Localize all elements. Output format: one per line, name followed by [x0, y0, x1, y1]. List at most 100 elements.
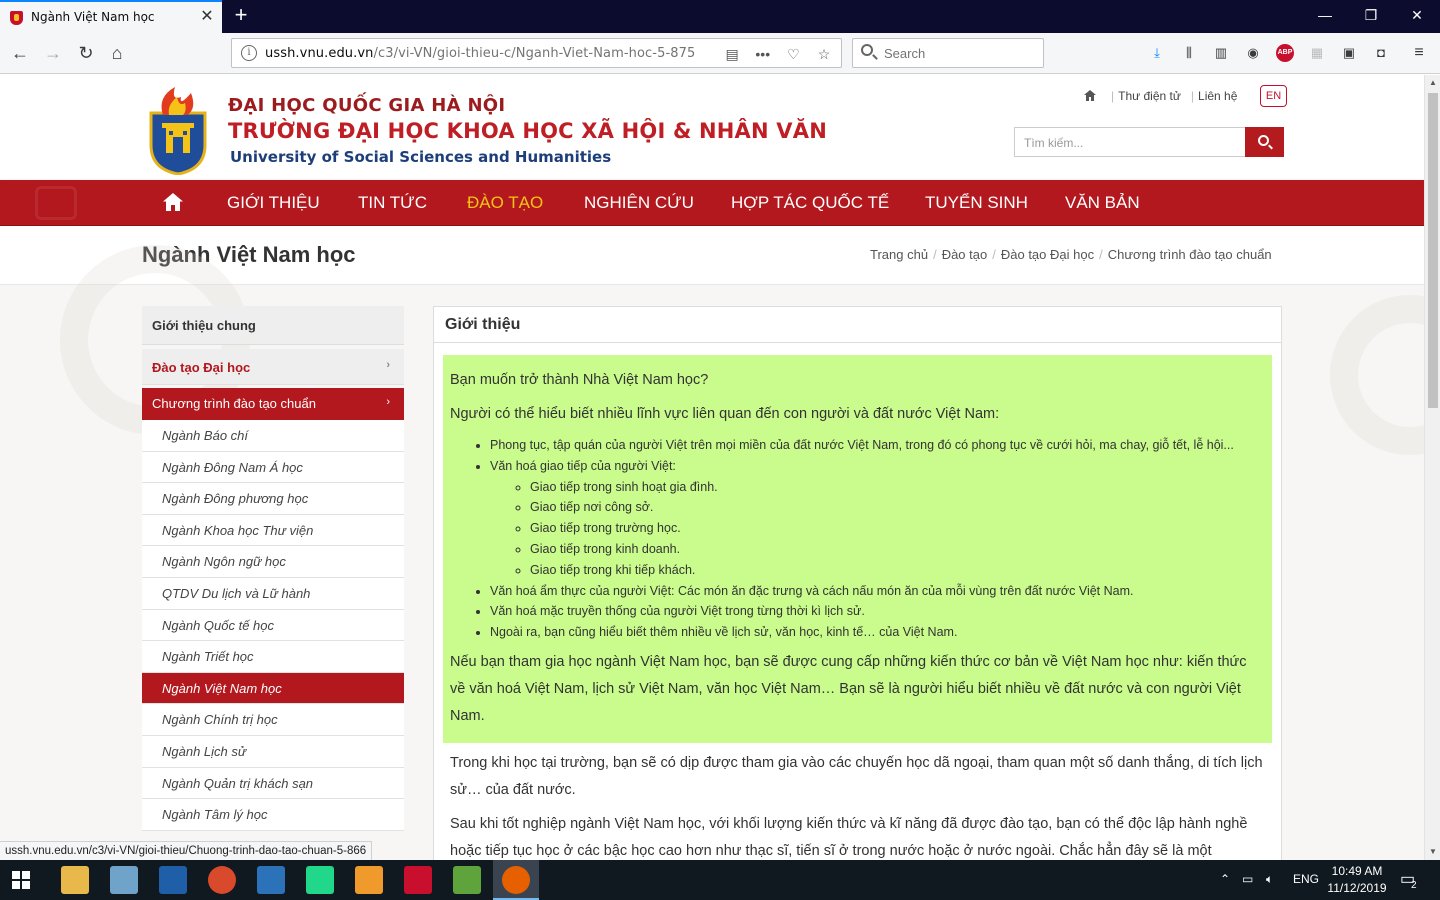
sublime-text-icon[interactable] — [355, 866, 383, 894]
sub-list-item: Giao tiếp trong trường học. — [530, 518, 1265, 539]
sidebar-item-ngon-ngu-hoc[interactable]: Ngành Ngôn ngữ học — [142, 546, 404, 578]
minimize-window-icon[interactable]: — — [1302, 0, 1348, 33]
pycharm-icon[interactable] — [306, 866, 334, 894]
adblock-icon[interactable]: ABP — [1276, 44, 1294, 62]
browser-tab[interactable]: Ngành Việt Nam học ✕ — [0, 0, 222, 33]
background-emblem — [1330, 295, 1424, 455]
sub-list: Giao tiếp trong sinh hoạt gia đình. Giao… — [530, 477, 1265, 581]
new-tab-plus-icon[interactable]: + — [230, 3, 252, 27]
app-icon[interactable] — [208, 866, 236, 894]
breadcrumb-link[interactable]: Chương trình đào tạo chuẩn — [1108, 247, 1272, 262]
app-icon[interactable] — [110, 866, 138, 894]
breadcrumb-separator: / — [992, 247, 996, 262]
screenshot-icon[interactable]: ▣ — [1340, 44, 1358, 62]
top-links: | Thư điện tử | Liên hệ — [1084, 89, 1241, 103]
sidebar-subcategory[interactable]: Chương trình đào tạo chuẩn › — [142, 388, 404, 420]
sidebar-item-quoc-te-hoc[interactable]: Ngành Quốc tế học — [142, 610, 404, 642]
app-icon[interactable] — [257, 866, 285, 894]
powershell-icon[interactable] — [159, 866, 187, 894]
bookmark-star-icon[interactable]: ☆ — [813, 43, 835, 65]
email-link[interactable]: Thư điện tử — [1118, 89, 1181, 103]
list-item: Văn hoá ẩm thực của người Việt: Các món … — [490, 581, 1265, 602]
file-explorer-icon[interactable] — [61, 866, 89, 894]
page-scrollbar[interactable]: ▲ ▼ — [1424, 75, 1440, 860]
breadcrumb-link[interactable]: Đào tạo — [942, 247, 988, 262]
menu-item-van-ban[interactable]: VĂN BẢN — [1065, 193, 1140, 213]
menu-item-tin-tuc[interactable]: TIN TỨC — [358, 193, 427, 213]
breadcrumb-link[interactable]: Đào tạo Đại học — [1001, 247, 1094, 262]
network-icon[interactable]: ▭ — [1242, 872, 1253, 886]
notification-count: 2 — [1411, 880, 1417, 891]
sidebar-item-chinh-tri-hoc[interactable]: Ngành Chính trị học — [142, 704, 404, 736]
volume-icon[interactable]: 🔈︎ — [1266, 872, 1273, 887]
language-toggle-button[interactable]: EN — [1260, 85, 1287, 107]
scroll-up-arrow-icon[interactable]: ▲ — [1425, 75, 1440, 91]
sidebar-icon[interactable]: ▥ — [1212, 44, 1230, 62]
system-clock[interactable]: 10:49 AM 11/12/2019 — [1326, 863, 1388, 897]
address-bar[interactable]: i ussh.vnu.edu.vn/c3/vi-VN/gioi-thieu-c/… — [231, 38, 842, 68]
sidebar-item-triet-hoc[interactable]: Ngành Triết học — [142, 641, 404, 673]
paragraph: Nếu bạn tham gia học ngành Việt Nam học,… — [450, 653, 1247, 724]
site-info-icon[interactable]: i — [241, 45, 257, 61]
sidebar-item-lich-su[interactable]: Ngành Lịch sử — [142, 736, 404, 768]
list-item: Phong tục, tập quán của người Việt trên … — [490, 435, 1265, 456]
home-icon[interactable]: ⌂ — [105, 41, 129, 65]
breadcrumb-separator: / — [933, 247, 937, 262]
contact-link[interactable]: Liên hệ — [1198, 89, 1237, 103]
site-search-input[interactable]: Tìm kiếm... — [1014, 127, 1245, 157]
app-icon[interactable] — [453, 866, 481, 894]
site-search-button[interactable] — [1245, 127, 1284, 157]
close-window-icon[interactable]: ✕ — [1394, 0, 1440, 33]
firefox-icon[interactable] — [502, 866, 530, 894]
sidebar-item-bao-chi[interactable]: Ngành Báo chí — [142, 420, 404, 452]
url-text[interactable]: ussh.vnu.edu.vn/c3/vi-VN/gioi-thieu-c/Ng… — [265, 46, 695, 61]
sidebar-category[interactable]: Đào tạo Đại học › — [142, 349, 404, 385]
sidebar-item-dong-nam-a-hoc[interactable]: Ngành Đông Nam Á học — [142, 452, 404, 484]
scroll-thumb[interactable] — [1428, 93, 1438, 408]
sidebar-item-khoa-hoc-thu-vien[interactable]: Ngành Khoa học Thư viện — [142, 515, 404, 547]
close-tab-icon[interactable]: ✕ — [198, 7, 216, 27]
menu-item-dao-tao[interactable]: ĐÀO TẠO — [467, 193, 543, 213]
input-language[interactable]: ENG — [1293, 872, 1319, 886]
windows-start-icon[interactable] — [12, 871, 30, 889]
list-item: Ngoài ra, bạn cũng hiểu biết thêm nhiều … — [490, 622, 1265, 643]
university-logo[interactable] — [147, 83, 209, 175]
taskbar-active-app[interactable] — [493, 860, 539, 900]
pocket-icon[interactable]: ♡ — [782, 43, 804, 65]
menu-item-gioi-thieu[interactable]: GIỚI THIỆU — [227, 193, 320, 213]
extension-camera-icon[interactable]: ◘ — [1372, 44, 1390, 62]
forward-arrow-icon[interactable]: → — [41, 41, 65, 65]
tray-chevron-up-icon[interactable]: ⌃ — [1220, 872, 1230, 886]
sidebar-item-viet-nam-hoc[interactable]: Ngành Việt Nam học — [142, 672, 404, 705]
extension-icon[interactable]: ▦ — [1308, 44, 1326, 62]
sidebar-item-du-lich[interactable]: QTDV Du lịch và Lữ hành — [142, 578, 404, 610]
restore-window-icon[interactable]: ❐ — [1348, 0, 1394, 33]
page-actions-icon[interactable]: ••• — [752, 43, 774, 65]
paragraph: Sau khi tốt nghiệp ngành Việt Nam học, v… — [450, 815, 1248, 859]
account-icon[interactable]: ◉ — [1244, 44, 1262, 62]
breadcrumb: Trang chủ / Đào tạo / Đào tạo Đại học / Chương… — [870, 247, 1272, 262]
sidebar-heading[interactable]: Giới thiệu chung — [142, 306, 404, 345]
university-name: TRƯỜNG ĐẠI HỌC KHOA HỌC XÃ HỘI & NHÂN VĂ… — [228, 119, 827, 143]
download-icon[interactable]: ⤓ — [1148, 44, 1166, 62]
sidebar-item-dong-phuong-hoc[interactable]: Ngành Đông phương học — [142, 483, 404, 515]
menu-item-hop-tac-quoc-te[interactable]: HỢP TÁC QUỐC TẾ — [731, 193, 889, 213]
scroll-down-arrow-icon[interactable]: ▼ — [1425, 844, 1440, 860]
hamburger-menu-icon[interactable]: ≡ — [1410, 44, 1428, 62]
sidebar-subcategory-label: Chương trình đào tạo chuẩn — [152, 396, 316, 411]
content-panel: Giới thiệu Bạn muốn trở thành Nhà Việt N… — [433, 306, 1282, 860]
breadcrumb-link[interactable]: Trang chủ — [870, 247, 928, 262]
menu-item-nghien-cuu[interactable]: NGHIÊN CỨU — [584, 193, 694, 213]
pdf-reader-icon[interactable] — [404, 866, 432, 894]
browser-search-box[interactable]: Search — [852, 38, 1044, 68]
reader-view-icon[interactable]: ▤ — [721, 43, 743, 65]
library-icon[interactable]: ⫼ — [1180, 44, 1198, 62]
menu-home-icon[interactable] — [163, 193, 183, 211]
reload-icon[interactable]: ↻ — [74, 41, 98, 65]
menu-item-tuyen-sinh[interactable]: TUYỂN SINH — [925, 193, 1028, 213]
sidebar-item-tam-ly-hoc[interactable]: Ngành Tâm lý học — [142, 799, 404, 831]
home-icon[interactable] — [1084, 90, 1096, 101]
back-arrow-icon[interactable]: ← — [8, 41, 32, 65]
sidebar-item-quan-tri-khach-san[interactable]: Ngành Quản trị khách sạn — [142, 768, 404, 800]
university-parent-name: ĐẠI HỌC QUỐC GIA HÀ NỘI — [228, 95, 506, 116]
